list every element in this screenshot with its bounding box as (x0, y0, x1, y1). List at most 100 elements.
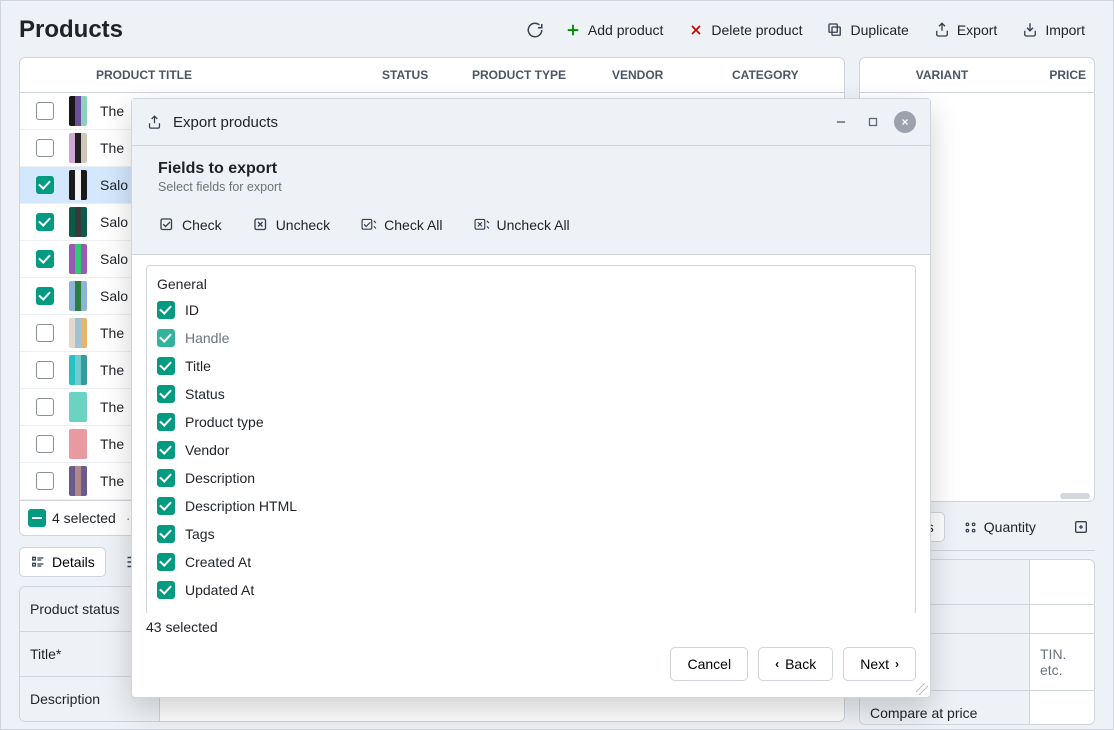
row-thumb-cell (60, 133, 96, 163)
export-field-list[interactable]: GeneralIDHandleTitleStatusProduct typeVe… (146, 265, 916, 613)
row-checkbox[interactable] (36, 472, 54, 490)
modal-titlebar[interactable]: Export products (132, 99, 930, 146)
variants-header: VARIANT PRICE (860, 58, 1094, 93)
modal-subheader: Fields to export Select fields for expor… (132, 146, 930, 202)
row-checkbox[interactable] (36, 139, 54, 157)
plus-icon (564, 21, 582, 39)
minimize-button[interactable] (830, 111, 852, 133)
row-checkbox[interactable] (36, 213, 54, 231)
refresh-button[interactable] (520, 15, 550, 45)
main-toolbar: Add product Delete product Duplicate (520, 15, 1095, 45)
row-checkbox-cell (20, 287, 60, 305)
row-thumb-cell (60, 170, 96, 200)
field-checkbox[interactable] (157, 581, 175, 599)
field-checkbox[interactable] (157, 553, 175, 571)
tab-quantity[interactable]: Quantity (953, 513, 1046, 541)
next-button[interactable]: Next › (843, 647, 916, 681)
scrollbar-stub[interactable] (1060, 493, 1090, 499)
header-type[interactable]: PRODUCT TYPE (464, 58, 604, 92)
next-label: Next (860, 656, 889, 672)
field-checkbox[interactable] (157, 357, 175, 375)
header-status[interactable]: STATUS (374, 58, 464, 92)
detail-value[interactable] (1030, 605, 1094, 633)
header-category[interactable]: CATEGORY (724, 58, 844, 92)
row-thumb-cell (60, 466, 96, 496)
cancel-label: Cancel (687, 656, 731, 672)
row-checkbox-cell (20, 102, 60, 120)
details-view-button[interactable]: Details (19, 547, 106, 577)
field-checkbox[interactable] (157, 301, 175, 319)
row-checkbox-cell (20, 250, 60, 268)
export-button[interactable]: Export (923, 15, 1007, 45)
row-checkbox[interactable] (36, 324, 54, 342)
header-checkbox-cell (20, 58, 60, 92)
duplicate-icon (826, 21, 844, 39)
import-button[interactable]: Import (1011, 15, 1095, 45)
delete-product-button[interactable]: Delete product (677, 15, 812, 45)
field-checkbox[interactable] (157, 441, 175, 459)
row-checkbox[interactable] (36, 398, 54, 416)
page-title: Products (19, 16, 123, 44)
export-icon (933, 21, 951, 39)
export-field-item[interactable]: Title (155, 352, 915, 380)
export-field-item[interactable]: Description (155, 464, 915, 492)
export-field-item[interactable]: Product type (155, 408, 915, 436)
field-checkbox[interactable] (157, 329, 175, 347)
export-field-item[interactable]: Description HTML (155, 492, 915, 520)
export-field-item[interactable]: Status (155, 380, 915, 408)
row-checkbox[interactable] (36, 102, 54, 120)
add-product-button[interactable]: Add product (554, 15, 674, 45)
export-field-item[interactable]: ID (155, 296, 915, 324)
row-checkbox[interactable] (36, 361, 54, 379)
row-checkbox[interactable] (36, 435, 54, 453)
field-label: Vendor (185, 442, 229, 458)
maximize-button[interactable] (862, 111, 884, 133)
back-button[interactable]: ‹ Back (758, 647, 833, 681)
footer-count: 4 selected (52, 510, 116, 526)
tab-add[interactable] (1067, 513, 1095, 541)
field-checkbox[interactable] (157, 497, 175, 515)
app-root: Products Add product (0, 0, 1114, 730)
modal-footer: Cancel ‹ Back Next › (132, 637, 930, 697)
field-checkbox[interactable] (157, 385, 175, 403)
product-thumb (69, 96, 87, 126)
modal-section-title: Fields to export (158, 160, 904, 178)
product-thumb (69, 207, 87, 237)
header-title[interactable]: PRODUCT TITLE (96, 58, 374, 92)
detail-value[interactable] (1030, 691, 1094, 725)
export-field-item[interactable]: Created At (155, 548, 915, 576)
uncheck-all-label: Uncheck All (497, 217, 570, 233)
header-price[interactable]: PRICE (1024, 58, 1094, 92)
export-field-item[interactable]: Handle (155, 324, 915, 352)
field-checkbox[interactable] (157, 525, 175, 543)
export-field-item[interactable]: Tags (155, 520, 915, 548)
x-icon (687, 21, 705, 39)
check-button[interactable]: Check (158, 212, 222, 238)
row-checkbox[interactable] (36, 250, 54, 268)
row-checkbox[interactable] (36, 176, 54, 194)
uncheck-button[interactable]: Uncheck (252, 212, 330, 238)
field-label: Product type (185, 414, 264, 430)
header-vendor[interactable]: VENDOR (604, 58, 724, 92)
row-checkbox[interactable] (36, 287, 54, 305)
row-thumb-cell (60, 318, 96, 348)
duplicate-button[interactable]: Duplicate (816, 15, 918, 45)
footer-checkbox[interactable] (28, 509, 46, 527)
export-field-item[interactable]: Updated At (155, 576, 915, 604)
row-checkbox-cell (20, 435, 60, 453)
row-thumb-cell (60, 244, 96, 274)
cancel-button[interactable]: Cancel (670, 647, 748, 681)
close-button[interactable] (894, 111, 916, 133)
detail-value[interactable]: TIN. etc. (1030, 634, 1094, 690)
export-field-item[interactable]: Vendor (155, 436, 915, 464)
product-thumb (69, 355, 87, 385)
row-thumb-cell (60, 392, 96, 422)
uncheck-all-button[interactable]: Uncheck All (473, 212, 570, 238)
field-checkbox[interactable] (157, 469, 175, 487)
field-checkbox[interactable] (157, 413, 175, 431)
check-all-button[interactable]: Check All (360, 212, 442, 238)
header-variant[interactable]: VARIANT (860, 58, 1024, 92)
delete-product-label: Delete product (711, 22, 802, 38)
detail-value[interactable] (1030, 560, 1094, 604)
product-thumb (69, 133, 87, 163)
